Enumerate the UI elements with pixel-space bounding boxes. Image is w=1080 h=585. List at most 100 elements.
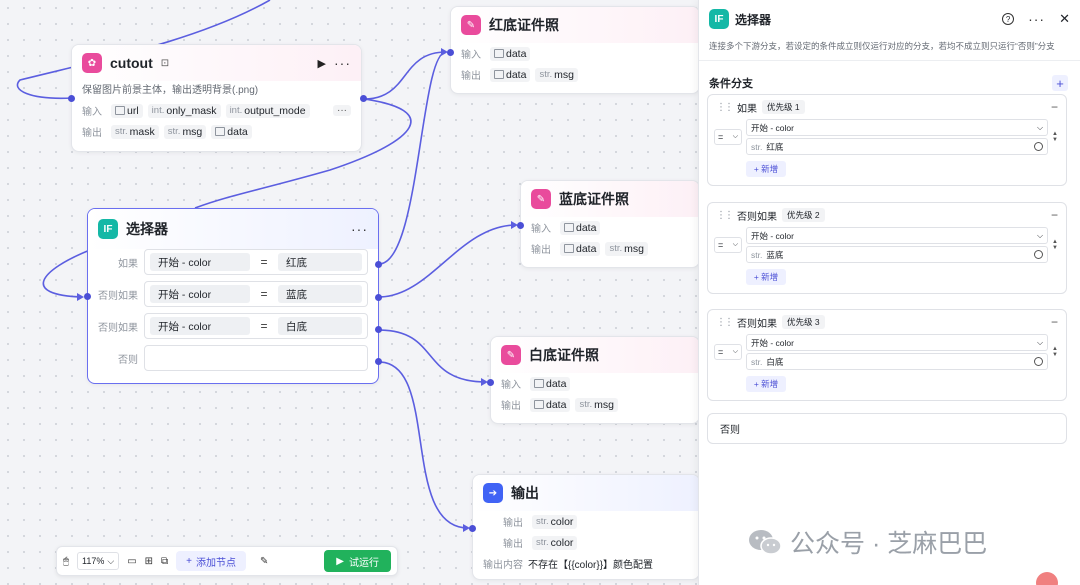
red-in-port[interactable] (447, 49, 454, 56)
output-label: 输出 (503, 518, 523, 529)
else-card[interactable]: 否则 (707, 413, 1067, 444)
red-outputs-row: 输出 data str. msg (451, 64, 699, 85)
chevron-down-icon: ⌵ (1036, 230, 1044, 240)
else-out-port[interactable] (375, 358, 382, 365)
condition-operator: = (260, 319, 268, 333)
variable-ref-icon[interactable] (1034, 357, 1044, 366)
play-icon[interactable]: ▶ (318, 57, 326, 70)
layout-icon[interactable]: ⊞ (145, 556, 153, 567)
more-icon[interactable]: ··· (334, 55, 351, 71)
operator-select[interactable]: = ⌵ (714, 344, 742, 360)
drag-handle-icon[interactable]: ⋮⋮ (716, 210, 734, 221)
cutout-title: cutout (110, 55, 153, 71)
close-icon[interactable]: ✕ (1059, 11, 1070, 27)
white-node-title: 白底证件照 (529, 347, 599, 363)
reorder-stepper[interactable]: ▲ ▼ (1052, 239, 1058, 251)
output-row: 输出 str. color (473, 532, 699, 553)
param-tag: data (530, 397, 571, 412)
param-tag: str. msg (605, 241, 648, 256)
more-icon[interactable]: ··· (1028, 11, 1045, 27)
condition-label: 如果 (118, 258, 138, 270)
selector-in-port[interactable] (84, 293, 91, 300)
white-inputs-row: 输入 data (491, 373, 699, 394)
operator-select[interactable]: = ⌵ (714, 129, 742, 145)
condition-body: = ⌵ 开始 - color ⌵ str. 白底 ▲ ▼ (708, 334, 1066, 370)
red-id-photo-node[interactable]: ✎ 红底证件照 输入 data 输出 data str. msg (450, 6, 700, 94)
more-icon[interactable]: ··· (351, 221, 368, 237)
variable-ref-icon[interactable] (1034, 142, 1044, 151)
selector-node[interactable]: IF 选择器 ··· 如果 开始 - color = 红底 否则如果 开始 - … (87, 208, 379, 384)
mouse-mode-icon[interactable]: 🖱 (63, 556, 69, 567)
right-operand-input[interactable]: str. 白底 (746, 353, 1049, 370)
left-operand-select[interactable]: 开始 - color ⌵ (746, 334, 1049, 351)
debug-icon[interactable]: ✎ (260, 556, 268, 567)
left-operand-select[interactable]: 开始 - color ⌵ (746, 227, 1049, 244)
else-box[interactable] (144, 345, 368, 371)
minimap-icon[interactable]: ⧉ (161, 556, 168, 567)
comment-icon[interactable]: ▭ (127, 556, 136, 567)
blue-in-port[interactable] (517, 222, 524, 229)
add-condition-button[interactable]: + 新增 (746, 269, 786, 285)
cutout-out-port[interactable] (360, 95, 367, 102)
cutout-inputs-row: 输入 url int. only_mask int. output_mode ··· (72, 100, 361, 121)
remove-branch-icon[interactable]: − (1051, 100, 1058, 114)
chevron-down-icon: ⌵ (732, 241, 738, 248)
param-tag: data (490, 46, 531, 61)
photo-edit-icon: ✎ (531, 189, 551, 209)
if-out-port[interactable] (375, 261, 382, 268)
add-branch-button[interactable]: + (1052, 75, 1068, 91)
outputs-label: 输出 (531, 245, 551, 256)
blue-node-header: ✎ 蓝底证件照 (521, 181, 699, 217)
condition-row[interactable]: 否则如果 开始 - color = 白底 (98, 313, 368, 339)
elif2-out-port[interactable] (375, 326, 382, 333)
add-condition-button[interactable]: + 新增 (746, 161, 786, 177)
white-in-port[interactable] (487, 379, 494, 386)
white-id-photo-node[interactable]: ✎ 白底证件照 输入 data 输出 data str. msg (490, 336, 700, 424)
output-row: 输出 str. color (473, 511, 699, 532)
reorder-stepper[interactable]: ▲ ▼ (1052, 346, 1058, 358)
cutout-node[interactable]: ✿ cutout ⊡ ▶ ··· 保留图片前景主体，输出透明背景(.png) 输… (71, 44, 362, 152)
variable-ref-icon[interactable] (1034, 250, 1044, 259)
elif1-out-port[interactable] (375, 294, 382, 301)
remove-branch-icon[interactable]: − (1051, 315, 1058, 329)
priority-badge: 优先级 1 (762, 100, 805, 114)
reorder-stepper[interactable]: ▲ ▼ (1052, 131, 1058, 143)
output-in-port[interactable] (469, 525, 476, 532)
wire-selector-in (42, 249, 91, 298)
cutout-in-port[interactable] (68, 95, 75, 102)
add-node-button[interactable]: + 添加节点 (176, 551, 247, 571)
help-icon[interactable]: ? (1002, 13, 1015, 25)
condition-box[interactable]: 开始 - color = 蓝底 (144, 281, 368, 307)
cutout-desc: 保留图片前景主体，输出透明背景(.png) (82, 85, 259, 96)
if-icon: IF (98, 219, 118, 239)
drag-handle-icon[interactable]: ⋮⋮ (716, 317, 734, 328)
else-row[interactable]: 否则 (98, 345, 368, 371)
else-label: 否则 (720, 425, 740, 436)
output-node[interactable]: ➔ 输出 输出 str. color 输出 str. color 输出内容 不存在【… (472, 474, 700, 580)
param-tag: data (490, 67, 531, 82)
condition-body: = ⌵ 开始 - color ⌵ str. 红底 ▲ ▼ (708, 119, 1066, 155)
condition-row[interactable]: 否则如果 开始 - color = 蓝底 (98, 281, 368, 307)
condition-box[interactable]: 开始 - color = 白底 (144, 313, 368, 339)
condition-card: ⋮⋮ 否则如果 优先级 3 − = ⌵ 开始 - color ⌵ str. 白底 ▲ ▼… (707, 309, 1067, 401)
left-operand-select[interactable]: 开始 - color ⌵ (746, 119, 1049, 136)
add-condition-button[interactable]: + 新增 (746, 376, 786, 392)
selector-node-header: IF 选择器 ··· (88, 209, 378, 249)
right-operand-input[interactable]: str. 红底 (746, 138, 1049, 155)
condition-operator: = (260, 287, 268, 301)
operator-select[interactable]: = ⌵ (714, 237, 742, 253)
blue-id-photo-node[interactable]: ✎ 蓝底证件照 输入 data 输出 data str. msg (520, 180, 700, 268)
drag-handle-icon[interactable]: ⋮⋮ (716, 102, 734, 113)
output-title: 输出 (511, 485, 539, 501)
card-label: 否则如果 (737, 318, 777, 330)
condition-box[interactable]: 开始 - color = 红底 (144, 249, 368, 275)
more-params-button[interactable]: ··· (333, 105, 351, 116)
blue-inputs-row: 输入 data (521, 217, 699, 238)
right-operand-input[interactable]: str. 蓝底 (746, 246, 1049, 263)
zoom-select[interactable]: 117% ⌵ (77, 552, 120, 570)
param-tag: str. msg (535, 67, 578, 82)
remove-branch-icon[interactable]: − (1051, 208, 1058, 222)
condition-right: 红底 (278, 253, 362, 271)
condition-row[interactable]: 如果 开始 - color = 红底 (98, 249, 368, 275)
test-run-button[interactable]: ▶ 试运行 (324, 550, 391, 572)
